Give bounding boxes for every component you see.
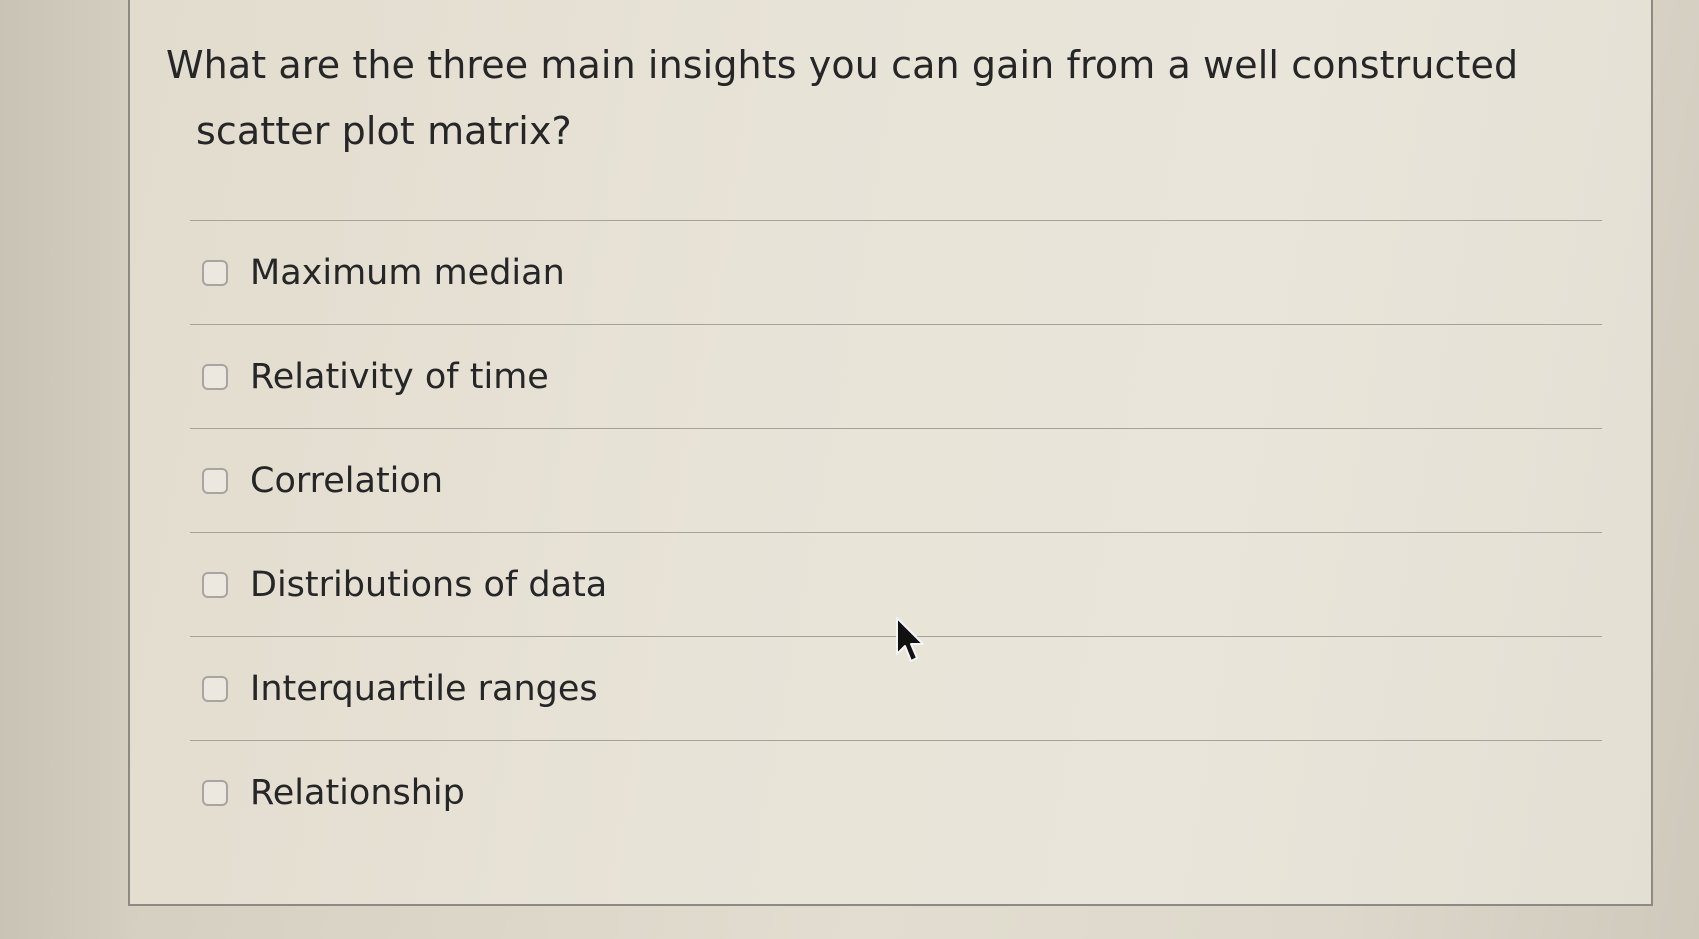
answer-label: Interquartile ranges (250, 668, 598, 709)
checkbox[interactable] (202, 675, 228, 702)
question-line-1: What are the three main insights you can… (166, 43, 1519, 87)
question-card: What are the three main insights you can… (128, 0, 1653, 906)
answer-list: Maximum median Relativity of time Correl… (190, 220, 1602, 844)
question-text: What are the three main insights you can… (166, 32, 1646, 164)
page-margin (0, 0, 128, 939)
checkbox[interactable] (202, 363, 228, 390)
checkbox[interactable] (202, 467, 228, 494)
mouse-pointer-icon (896, 617, 924, 662)
answer-option-relativity-of-time[interactable]: Relativity of time (190, 325, 1602, 428)
question-line-2: scatter plot matrix? (196, 109, 572, 153)
answer-option-relationship[interactable]: Relationship (190, 741, 1602, 844)
answer-label: Correlation (250, 460, 443, 501)
checkbox[interactable] (202, 259, 228, 286)
answer-label: Relativity of time (250, 356, 549, 397)
checkbox[interactable] (202, 779, 228, 806)
answer-label: Relationship (250, 772, 465, 813)
answer-option-correlation[interactable]: Correlation (190, 429, 1602, 532)
answer-label: Maximum median (250, 252, 565, 293)
answer-label: Distributions of data (250, 564, 608, 605)
checkbox[interactable] (202, 571, 228, 598)
answer-option-maximum-median[interactable]: Maximum median (190, 221, 1602, 324)
